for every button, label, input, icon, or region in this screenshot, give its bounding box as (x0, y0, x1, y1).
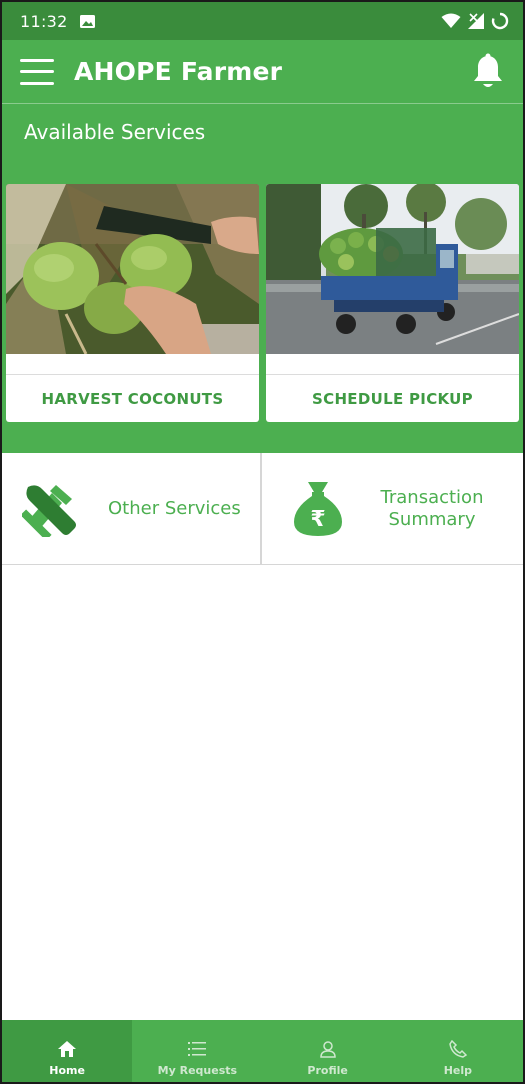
nav-home[interactable]: Home (2, 1020, 133, 1082)
nav-profile[interactable]: Profile (263, 1020, 393, 1082)
coconut-harvest-photo (6, 184, 259, 354)
home-icon (58, 1041, 77, 1057)
schedule-pickup-card[interactable]: SCHEDULE PICKUP (266, 184, 519, 422)
phone-icon (449, 1040, 468, 1058)
nav-my-requests-label: My Requests (157, 1064, 238, 1077)
nav-profile-label: Profile (307, 1064, 348, 1077)
app-title: AHOPE Farmer (74, 57, 283, 86)
svg-text:₹: ₹ (310, 507, 325, 532)
bell-icon[interactable] (471, 53, 505, 91)
transaction-summary-label: Transaction Summary (380, 486, 484, 530)
nav-help[interactable]: Help (393, 1020, 523, 1082)
nav-my-requests[interactable]: My Requests (132, 1020, 262, 1082)
section-title: Available Services (24, 120, 206, 144)
truck-pickup-photo (266, 184, 519, 354)
status-bar: 11:32 (2, 2, 523, 40)
tools-icon (22, 484, 76, 537)
harvest-coconuts-card[interactable]: HARVEST COCONUTS (6, 184, 259, 422)
app-bar: AHOPE Farmer (2, 40, 523, 104)
other-services-label: Other Services (108, 498, 241, 519)
hamburger-menu-icon[interactable] (20, 58, 54, 85)
schedule-pickup-button[interactable]: SCHEDULE PICKUP (266, 374, 519, 422)
service-tiles: Other Services ₹ Transaction Summary (2, 453, 523, 565)
nav-help-label: Help (443, 1064, 473, 1077)
other-services-tile[interactable]: Other Services (2, 453, 262, 564)
list-icon (188, 1042, 207, 1056)
image-notification-icon (79, 14, 95, 28)
available-services-section: Available Services HARVEST COCONUTS SCHE… (2, 104, 523, 453)
signal-icon (468, 13, 484, 29)
transaction-summary-tile[interactable]: ₹ Transaction Summary (264, 453, 523, 564)
wifi-icon (441, 13, 461, 28)
bottom-navigation: Home My Requests Profile Help (2, 1020, 523, 1082)
app-screen: 11:32 AHOPE Farmer Available Services HA… (2, 2, 523, 1082)
battery-loading-icon (491, 12, 509, 30)
nav-home-label: Home (49, 1064, 85, 1077)
status-time: 11:32 (20, 11, 68, 31)
harvest-coconuts-button[interactable]: HARVEST COCONUTS (6, 374, 259, 422)
money-bag-rupee-icon: ₹ (294, 481, 342, 536)
person-icon (319, 1041, 336, 1058)
